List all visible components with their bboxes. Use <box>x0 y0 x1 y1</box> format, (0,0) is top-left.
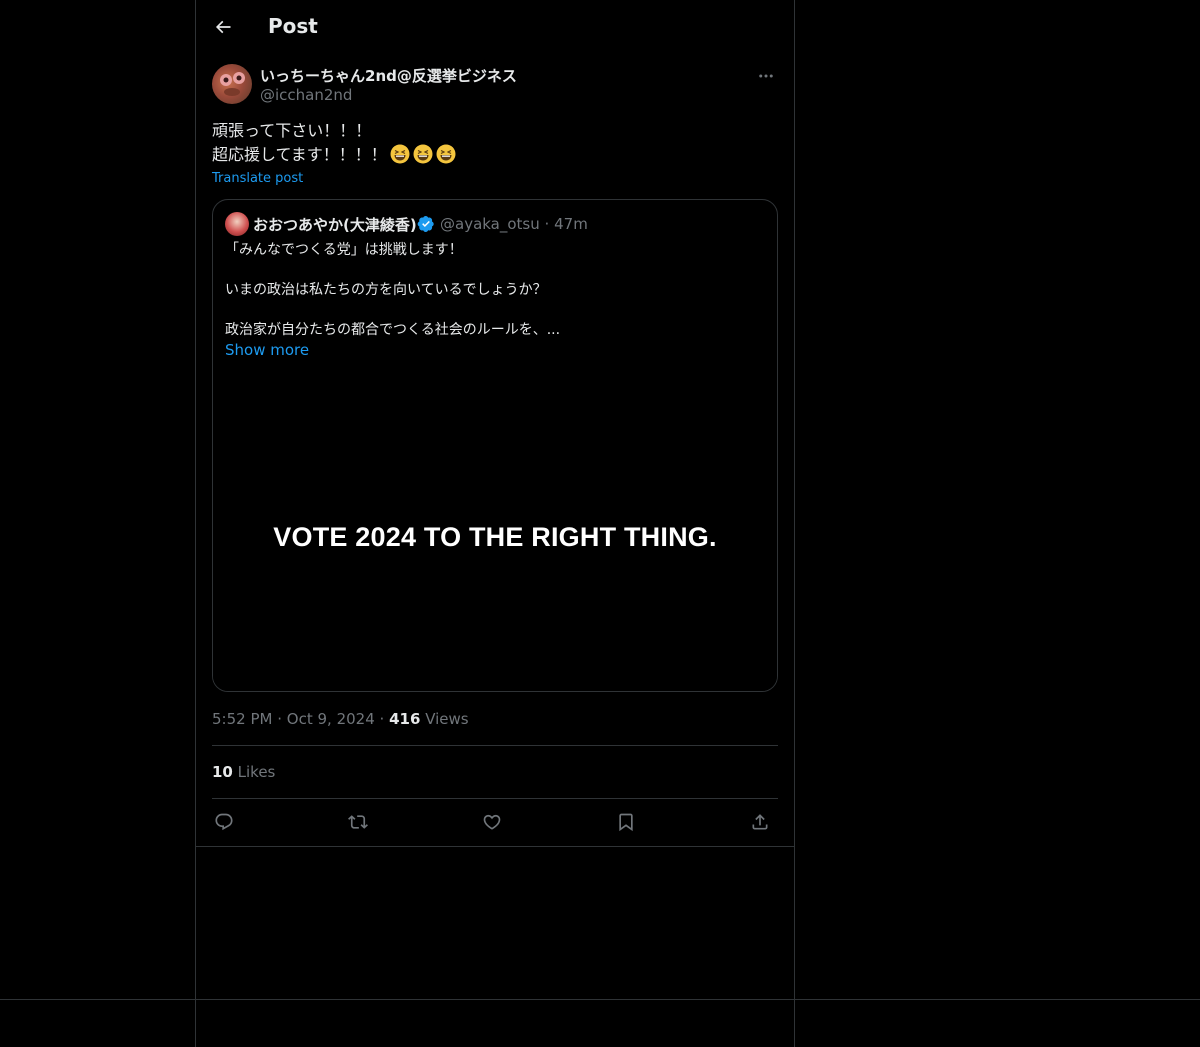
post-author: いっちーちゃん2nd@反選挙ビジネス @icchan2nd <box>212 64 778 108</box>
post-meta: 5:52 PM · Oct 9, 2024 · 416 Views <box>212 710 469 728</box>
separator-dot: · <box>544 215 550 233</box>
likes-label: Likes <box>237 763 276 781</box>
quoted-post[interactable]: おおつあやか(大津綾香) @ayaka_otsu · 47m 「みんなでつくる党… <box>212 199 778 692</box>
quoted-handle-time: @ayaka_otsu · 47m <box>440 215 588 233</box>
avatar[interactable] <box>212 64 252 104</box>
avatar-image <box>220 72 245 96</box>
repost-button[interactable] <box>346 810 370 834</box>
like-button[interactable] <box>480 810 504 834</box>
main-column: Post いっちーちゃん2nd@反選挙ビジネス @icchan2nd 頑張って下… <box>195 0 795 1047</box>
bookmark-button[interactable] <box>614 810 638 834</box>
share-icon <box>752 814 768 830</box>
verified-badge-icon <box>417 215 434 233</box>
quoted-paragraph: 政治家が自分たちの都合でつくる社会のルールを、... <box>225 322 561 338</box>
post-text-line: 超応援してます！！！！ <box>212 143 778 167</box>
share-button[interactable] <box>748 810 772 834</box>
reply-button[interactable] <box>212 810 236 834</box>
post-date[interactable]: Oct 9, 2024 <box>287 710 375 728</box>
post-text: 頑張って下さい！！！ 超応援してます！！！！ <box>212 119 778 167</box>
bookmark-icon <box>619 813 633 832</box>
reply-icon <box>215 813 233 831</box>
author-display-name[interactable]: いっちーちゃん2nd@反選挙ビジネス <box>260 65 517 86</box>
action-bar <box>212 810 778 834</box>
author-handle[interactable]: @icchan2nd <box>260 86 352 104</box>
translate-post-link[interactable]: Translate post <box>212 171 303 186</box>
grinning-squinting-face-emoji-icon <box>390 144 410 164</box>
quoted-paragraph: 「みんなでつくる党」は挑戦します！ <box>225 242 463 258</box>
likes-count[interactable]: 10 Likes <box>212 763 275 781</box>
quoted-paragraph: いまの政治は私たちの方を向いているでしょうか？ <box>225 282 547 298</box>
quoted-media[interactable]: VOTE 2024 TO THE RIGHT THING. <box>213 370 777 691</box>
page-title: Post <box>268 14 318 38</box>
heart-icon <box>483 814 501 830</box>
repost-icon <box>348 815 368 829</box>
quoted-avatar <box>225 212 249 236</box>
quoted-handle: @ayaka_otsu <box>440 215 540 233</box>
separator-dot: · <box>379 710 385 728</box>
quoted-text: 「みんなでつくる党」は挑戦します！ いまの政治は私たちの方を向いているでしょうか… <box>225 240 765 340</box>
grinning-squinting-face-emoji-icon <box>413 144 433 164</box>
more-options-button[interactable] <box>754 64 778 88</box>
quoted-time: 47m <box>554 215 588 233</box>
post-time[interactable]: 5:52 PM <box>212 710 272 728</box>
media-caption: VOTE 2024 TO THE RIGHT THING. <box>273 522 717 552</box>
post-bottom-divider <box>196 846 794 847</box>
post-text-line: 頑張って下さい！！！ <box>212 121 372 140</box>
header: Post <box>196 0 794 53</box>
more-icon <box>759 74 773 78</box>
likes-number: 10 <box>212 763 233 781</box>
divider <box>212 798 778 799</box>
views-label: Views <box>425 710 469 728</box>
show-more-link[interactable]: Show more <box>225 341 309 359</box>
back-button[interactable] <box>210 14 236 40</box>
grinning-squinting-face-emoji-icon <box>436 144 456 164</box>
arrow-left-icon <box>215 20 231 34</box>
post-text-content: 超応援してます！！！！ <box>212 145 387 164</box>
divider <box>212 745 778 746</box>
views-count: 416 <box>389 710 421 728</box>
quoted-display-name: おおつあやか(大津綾香) <box>253 216 417 234</box>
separator-dot: · <box>277 710 283 728</box>
